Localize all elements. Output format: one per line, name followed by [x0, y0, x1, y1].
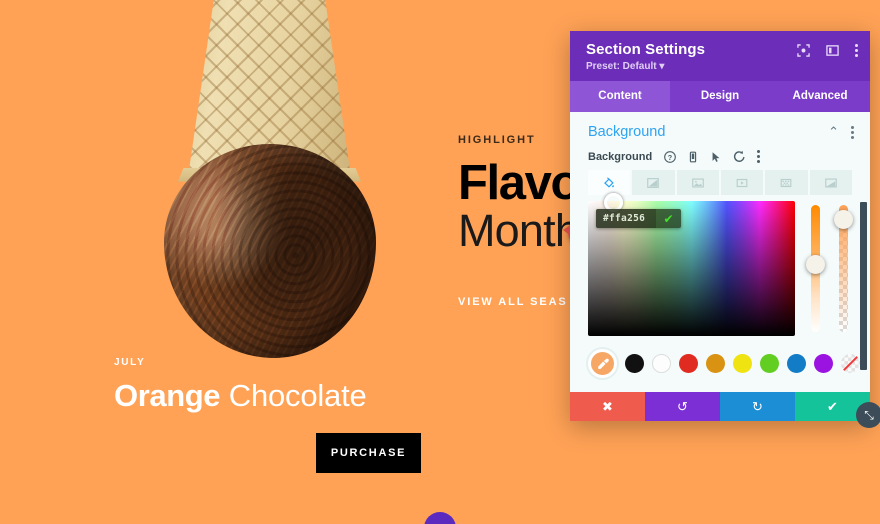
hue-slider-handle[interactable]: [806, 255, 825, 274]
bg-type-image-icon[interactable]: [676, 170, 719, 195]
layout-icon[interactable]: [826, 44, 839, 57]
bg-type-gradient-icon[interactable]: [632, 170, 675, 195]
bg-type-mask-icon[interactable]: [809, 170, 852, 195]
eyedropper-icon[interactable]: [588, 349, 617, 378]
swatch-purple[interactable]: [814, 354, 833, 373]
modal-header: Section Settings Preset: Default ▾: [570, 31, 870, 81]
section-options-icon[interactable]: [851, 125, 854, 139]
background-control-row: Background ?: [570, 148, 870, 170]
chevron-up-icon[interactable]: ⌃: [828, 124, 839, 140]
purchase-button[interactable]: PURCHASE: [316, 433, 421, 473]
tab-content[interactable]: Content: [570, 81, 670, 112]
hex-confirm-button[interactable]: ✔: [656, 209, 681, 228]
modal-body: Background ⌃ Background ? #ffa256 ✔: [570, 112, 870, 392]
responsive-icon[interactable]: [687, 151, 699, 163]
modal-footer: ✖ ↺ ↻ ✔: [570, 392, 870, 421]
background-section-header[interactable]: Background ⌃: [570, 112, 870, 148]
color-picker: ✔: [588, 193, 853, 336]
focus-icon[interactable]: [797, 44, 810, 57]
ice-cream-cone-image: [120, 0, 420, 358]
svg-text:?: ?: [668, 152, 673, 161]
hex-input-group: ✔: [596, 209, 681, 228]
swatch-yellow[interactable]: [733, 354, 752, 373]
swatch-blue[interactable]: [787, 354, 806, 373]
background-type-tabs: [570, 170, 870, 195]
feature-flavor-name: Orange Chocolate: [114, 378, 367, 413]
more-options-icon[interactable]: [855, 44, 858, 57]
swatch-black[interactable]: [625, 354, 644, 373]
feature-flavor-block: JULY Orange Chocolate: [114, 357, 367, 413]
modal-preset-selector[interactable]: Preset: Default ▾: [586, 61, 856, 72]
background-control-label: Background: [588, 150, 653, 163]
redo-button[interactable]: ↻: [720, 392, 795, 421]
swatch-red[interactable]: [679, 354, 698, 373]
flavor-name-bold: Orange: [114, 378, 221, 413]
control-options-icon[interactable]: [757, 150, 761, 163]
modal-scrollbar[interactable]: [860, 202, 867, 370]
swatch-white[interactable]: [652, 354, 671, 373]
color-swatches: [570, 336, 870, 378]
preset-label: Preset: Default: [586, 61, 657, 72]
swatch-transparent[interactable]: [841, 354, 860, 373]
resize-handle-icon[interactable]: ⤡: [856, 402, 880, 428]
section-title-background: Background: [588, 124, 666, 140]
undo-button[interactable]: ↺: [645, 392, 720, 421]
scroll-indicator-dot[interactable]: [424, 512, 456, 524]
bg-type-color-icon[interactable]: [588, 170, 631, 195]
flavor-name-light: Chocolate: [228, 378, 367, 413]
chocolate-scoop: [164, 144, 376, 358]
hex-input[interactable]: [596, 209, 656, 228]
hover-cursor-icon[interactable]: [710, 151, 722, 163]
modal-header-actions: [797, 44, 858, 57]
hue-slider[interactable]: [806, 205, 825, 332]
swatch-orange[interactable]: [706, 354, 725, 373]
bg-type-pattern-icon[interactable]: [765, 170, 808, 195]
tab-advanced[interactable]: Advanced: [770, 81, 870, 112]
modal-tabs: Content Design Advanced: [570, 81, 870, 112]
reset-icon[interactable]: [733, 150, 746, 163]
tab-design[interactable]: Design: [670, 81, 770, 112]
saturation-value-area[interactable]: ✔: [588, 193, 795, 336]
section-settings-modal: Section Settings Preset: Default ▾ Conte…: [570, 31, 870, 421]
bg-type-video-icon[interactable]: [720, 170, 764, 195]
alpha-slider[interactable]: [834, 205, 853, 332]
swatch-green[interactable]: [760, 354, 779, 373]
cancel-button[interactable]: ✖: [570, 392, 645, 421]
alpha-slider-handle[interactable]: [834, 210, 853, 229]
help-icon[interactable]: ?: [664, 150, 677, 163]
feature-month: JULY: [114, 357, 146, 368]
